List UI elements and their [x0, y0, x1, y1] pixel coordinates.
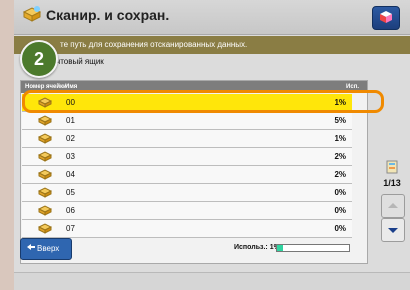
box-icon [38, 133, 52, 144]
usage-bar [276, 244, 350, 252]
box-number: 04 [66, 170, 75, 179]
box-icon [38, 169, 52, 180]
list-item[interactable]: 02 1% [22, 130, 352, 148]
box-icon [38, 223, 52, 234]
box-number: 01 [66, 116, 75, 125]
box-used: 2% [334, 170, 346, 179]
instruction-text: те путь для сохранения отсканированных д… [60, 40, 248, 49]
selection-highlight [22, 90, 384, 113]
box-number: 02 [66, 134, 75, 143]
step-badge: 2 [20, 40, 58, 78]
header: Сканир. и сохран. [14, 0, 410, 35]
pages-icon [386, 160, 398, 174]
screen: Сканир. и сохран. те путь для сохранения… [14, 0, 410, 290]
scroll-down-button[interactable] [381, 218, 405, 242]
box-number: 03 [66, 152, 75, 161]
menu-button[interactable] [372, 6, 400, 30]
list-footer: Вверх Использ.: 1% [20, 236, 366, 262]
box-icon [38, 205, 52, 216]
box-used: 5% [334, 116, 346, 125]
usage-bar-fill [277, 245, 283, 251]
box-used: 1% [334, 134, 346, 143]
up-button[interactable]: Вверх [20, 238, 72, 260]
arrow-down-icon [388, 228, 398, 233]
cube-icon [380, 11, 392, 23]
up-button-label: Вверх [37, 244, 60, 253]
scroll-up-button[interactable] [381, 194, 405, 218]
bottom-status-strip [14, 272, 410, 290]
box-used: 2% [334, 152, 346, 161]
box-used: 0% [334, 206, 346, 215]
page-title: Сканир. и сохран. [46, 7, 170, 23]
instruction-banner: те путь для сохранения отсканированных д… [14, 36, 410, 54]
box-used: 0% [334, 188, 346, 197]
scan-folder-icon [22, 6, 42, 22]
box-icon [38, 187, 52, 198]
list-item[interactable]: 06 0% [22, 202, 352, 220]
list-item[interactable]: 04 2% [22, 166, 352, 184]
box-number: 07 [66, 224, 75, 233]
box-number: 05 [66, 188, 75, 197]
list-item[interactable]: 03 2% [22, 148, 352, 166]
arrow-up-icon [388, 203, 398, 208]
list-item[interactable]: 01 5% [22, 112, 352, 130]
usage-label: Использ.: 1% [234, 244, 280, 251]
list-item[interactable]: 05 0% [22, 184, 352, 202]
box-icon [38, 115, 52, 126]
box-number: 06 [66, 206, 75, 215]
box-icon [38, 151, 52, 162]
box-used: 0% [334, 224, 346, 233]
page-indicator: 1/13 [383, 178, 401, 188]
up-arrow-icon [27, 244, 35, 250]
